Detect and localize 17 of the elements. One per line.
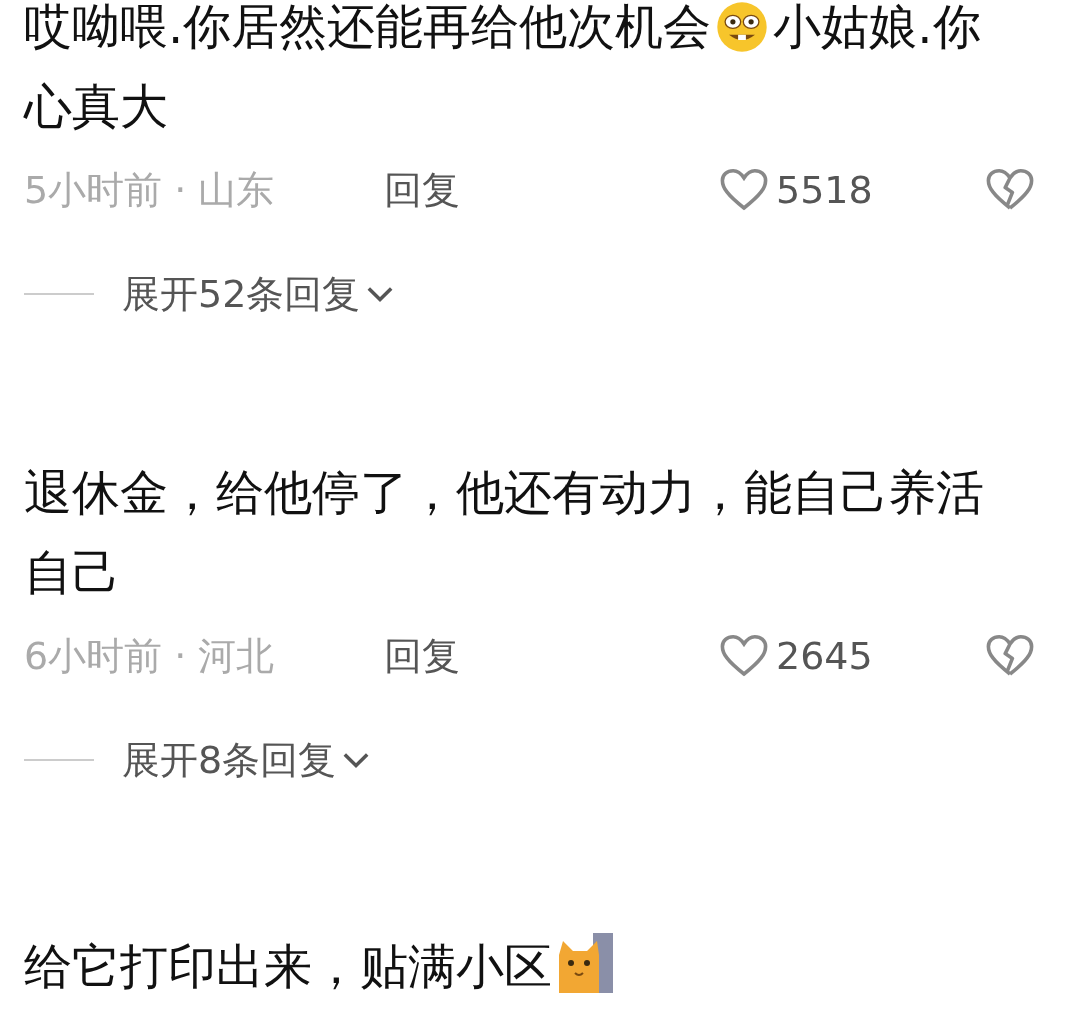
comment-text: 退休金，给他停了，他还有动力，能自己养活自己 (24, 463, 985, 602)
heart-icon[interactable] (720, 634, 768, 678)
broken-heart-icon[interactable] (986, 634, 1034, 678)
expand-replies-button[interactable]: 展开52条回复 (122, 268, 395, 320)
like-count: 2645 (776, 634, 874, 678)
comment-text: 给它打印出来，贴满小区 (24, 926, 1009, 1006)
comment-time-location: 6小时前 · 河北 (24, 632, 276, 680)
reply-button[interactable]: 回复 (384, 164, 460, 216)
chevron-down-icon (342, 751, 371, 769)
heart-icon[interactable] (720, 168, 768, 212)
chevron-down-icon (366, 285, 395, 303)
comment-time-location: 5小时前 · 山东 (24, 166, 276, 214)
like-count: 5518 (776, 168, 874, 212)
comment-text: 哎呦喂.你居然还能再给他次机会 小姑娘.你心真大 (24, 0, 982, 136)
expand-replies-button[interactable]: 展开8条回复 (122, 734, 371, 786)
reply-button[interactable]: 回复 (384, 630, 460, 682)
broken-heart-icon[interactable] (986, 168, 1034, 212)
